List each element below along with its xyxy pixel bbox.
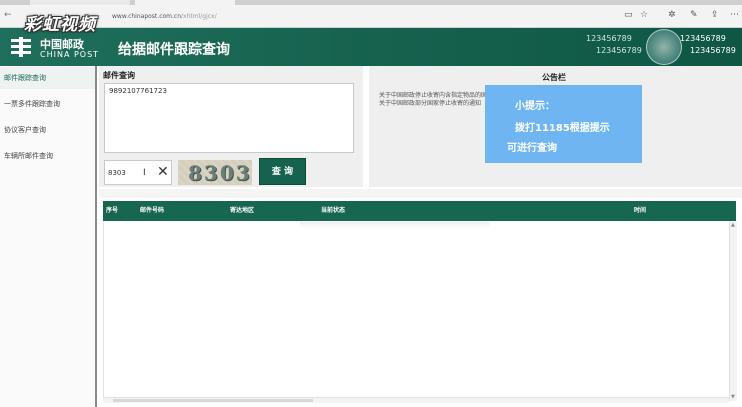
- url-path: /xhtml/gjcx/: [181, 13, 217, 20]
- results-table-body: [103, 221, 736, 401]
- captcha-code: 8303: [188, 161, 252, 185]
- back-icon[interactable]: ←: [4, 10, 12, 20]
- column-header-mail-number: 邮件号码: [140, 207, 165, 214]
- address-bar: ← www.chinapost.com.cn/xhtml/gjcx/ ▭ ☆ ✲…: [0, 5, 742, 28]
- tracking-number-textarea[interactable]: 9892107761723: [104, 83, 354, 153]
- query-panel-title: 邮件查询: [103, 71, 135, 80]
- row-highlight: [300, 222, 490, 228]
- query-button[interactable]: 查 询: [259, 158, 306, 185]
- header-decoration-number: 123456789: [586, 34, 632, 43]
- sidebar-nav: 邮件跟踪查询 一票多件跟踪查询 协议客户查询 车辆所邮件查询: [0, 66, 97, 407]
- logo-english: CHINA POST: [40, 50, 100, 59]
- page-title: 给据邮件跟踪查询: [118, 42, 230, 58]
- section-divider: [99, 189, 742, 198]
- sidebar-item-mail-tracking[interactable]: 邮件跟踪查询: [0, 67, 95, 89]
- sidebar-item-contract-client[interactable]: 协议客户查询: [0, 119, 95, 141]
- text-cursor-icon: I: [143, 168, 146, 178]
- clear-icon[interactable]: ✕: [157, 164, 169, 180]
- favorite-star-icon[interactable]: ☆: [640, 10, 648, 20]
- scroll-up-icon[interactable]: ▲: [731, 222, 735, 228]
- header-decoration-number: 123456789: [690, 46, 736, 55]
- sidebar-item-vehicle-mail[interactable]: 车辆所邮件查询: [0, 145, 95, 167]
- header-decoration-number: 123456789: [596, 46, 642, 55]
- results-table-header: 序号 邮件号码 寄达地区 当前状态 时间: [103, 201, 736, 221]
- captcha-input-value: 8303: [108, 169, 126, 177]
- scrollbar-thumb[interactable]: [113, 399, 313, 402]
- column-header-time: 时间: [634, 207, 647, 214]
- reading-view-icon[interactable]: ▭: [624, 10, 633, 20]
- column-header-status: 当前状态: [321, 207, 346, 214]
- tip-title: 小提示：: [515, 101, 555, 112]
- favorites-hub-icon[interactable]: ✲: [668, 10, 676, 20]
- url-field[interactable]: www.chinapost.com.cn/xhtml/gjcx/: [112, 13, 217, 20]
- clock-decoration-icon: [646, 29, 682, 65]
- captcha-image[interactable]: 8303: [178, 160, 252, 185]
- pen-note-icon[interactable]: ✎: [690, 10, 698, 20]
- more-menu-icon[interactable]: ⋯: [730, 10, 739, 20]
- video-watermark: 彩虹视频: [24, 15, 96, 35]
- tip-text: 拨打11185根据提示: [515, 123, 610, 134]
- notice-title: 公告栏: [542, 73, 566, 82]
- query-panel: 邮件查询 9892107761723 8303 I ✕ 8303 查 询: [99, 66, 363, 187]
- tip-overlay: 小提示： 拨打11185根据提示 可进行查询: [485, 85, 642, 163]
- vertical-scrollbar[interactable]: ▲ ▼: [729, 221, 737, 401]
- notice-link[interactable]: 关于中国邮政部分国家停止收寄的通知: [379, 98, 481, 107]
- scroll-down-icon[interactable]: ▼: [731, 394, 735, 400]
- share-icon[interactable]: ⇪: [711, 10, 719, 20]
- header-decoration-number: 123456789: [680, 34, 726, 43]
- tip-text: 可进行查询: [507, 143, 557, 154]
- column-header-destination: 寄达地区: [230, 207, 255, 214]
- captcha-input[interactable]: 8303 I ✕: [104, 160, 172, 185]
- site-header: 中国邮政 CHINA POST 给据邮件跟踪查询 123456789 12345…: [0, 28, 742, 66]
- sidebar-item-batch-tracking[interactable]: 一票多件跟踪查询: [0, 93, 95, 115]
- horizontal-scrollbar[interactable]: [103, 397, 729, 403]
- china-post-logo-icon: [11, 37, 31, 57]
- url-host: www.chinapost.com.cn: [112, 13, 182, 20]
- column-header-index: 序号: [106, 207, 119, 214]
